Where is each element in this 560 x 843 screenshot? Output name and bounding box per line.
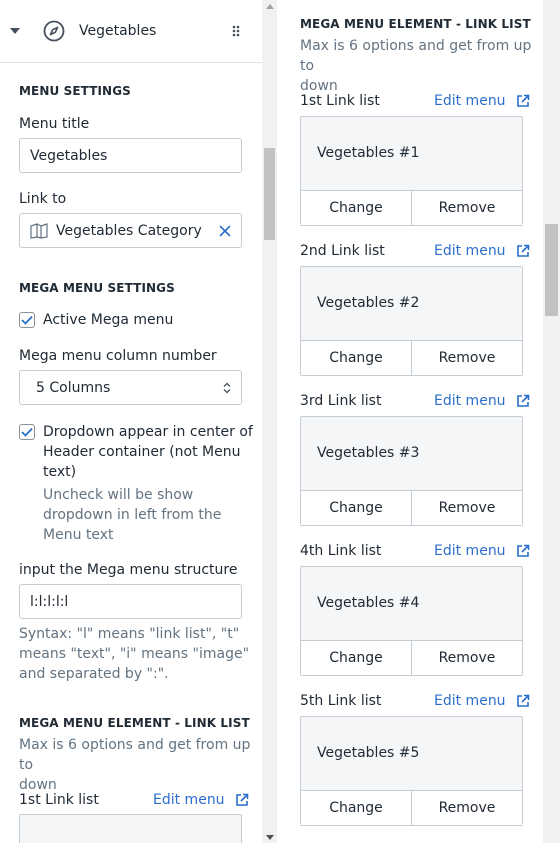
- remove-button[interactable]: Remove: [411, 191, 522, 225]
- structure-syntax-help: Syntax: "l" means "link list", "t" means…: [19, 626, 250, 682]
- remove-button[interactable]: Remove: [411, 791, 522, 825]
- structure-label: input the Mega menu structure: [19, 562, 238, 578]
- external-link-icon[interactable]: [516, 394, 530, 408]
- link-list-label: 5th Link list: [300, 693, 382, 709]
- right-scrollbar[interactable]: [543, 0, 560, 843]
- active-mega-checkbox-row[interactable]: Active Mega menu: [19, 312, 173, 328]
- edit-menu-link[interactable]: Edit menu: [434, 93, 530, 109]
- link-to-field[interactable]: Vegetables Category: [19, 213, 242, 248]
- link-list-slot: Vegetables #2 Change Remove: [300, 266, 523, 376]
- link-list-menu-name: Vegetables #2: [317, 295, 420, 311]
- external-link-icon[interactable]: [516, 244, 530, 258]
- change-button[interactable]: Change: [301, 491, 411, 525]
- edit-menu-link[interactable]: Edit menu: [434, 693, 530, 709]
- link-list-label: 4th Link list: [300, 543, 382, 559]
- left-settings-panel: Vegetables MENU SETTINGS Menu title Vege…: [0, 0, 262, 843]
- link-list-slot[interactable]: [19, 814, 242, 843]
- link-to-value: Vegetables Category: [56, 222, 202, 239]
- link-list-section-title: MEGA MENU ELEMENT - LINK LIST: [300, 17, 531, 31]
- change-button[interactable]: Change: [301, 791, 411, 825]
- dropdown-center-help: Uncheck will be show dropdown in left fr…: [43, 487, 222, 543]
- menu-item-header[interactable]: Vegetables: [0, 0, 262, 63]
- link-list-slot: Vegetables #1 Change Remove: [300, 116, 523, 226]
- menu-item-title: Vegetables: [79, 23, 157, 39]
- edit-menu-link[interactable]: Edit menu: [153, 792, 249, 808]
- external-link-icon[interactable]: [516, 544, 530, 558]
- link-list-label: 2nd Link list: [300, 243, 385, 259]
- external-link-icon[interactable]: [516, 694, 530, 708]
- link-list-section-title: MEGA MENU ELEMENT - LINK LIST: [19, 716, 250, 730]
- left-scrollbar[interactable]: [262, 0, 277, 843]
- edit-menu-link[interactable]: Edit menu: [434, 543, 530, 559]
- dropdown-center-checkbox[interactable]: [19, 424, 35, 440]
- link-list-menu-name: Vegetables #1: [317, 145, 420, 161]
- column-number-label: Mega menu column number: [19, 348, 217, 364]
- link-list-menu-name: Vegetables #4: [317, 595, 420, 611]
- link-list-label: 3rd Link list: [300, 393, 382, 409]
- remove-button[interactable]: Remove: [411, 341, 522, 375]
- external-link-icon[interactable]: [235, 793, 249, 807]
- menu-settings-title: MENU SETTINGS: [19, 84, 131, 98]
- link-list-label: 1st Link list: [300, 93, 380, 109]
- remove-button[interactable]: Remove: [411, 491, 522, 525]
- edit-menu-link[interactable]: Edit menu: [434, 243, 530, 259]
- clear-link-icon[interactable]: [219, 224, 231, 237]
- dropdown-center-checkbox-row[interactable]: Dropdown appear in center of Header cont…: [19, 422, 253, 482]
- right-scroll-thumb[interactable]: [545, 224, 558, 316]
- active-mega-label: Active Mega menu: [43, 312, 174, 328]
- mega-settings-title: MEGA MENU SETTINGS: [19, 281, 175, 295]
- scroll-down-icon[interactable]: [262, 831, 277, 843]
- edit-menu-link[interactable]: Edit menu: [434, 393, 530, 409]
- column-number-select[interactable]: 5 Columns: [19, 370, 242, 405]
- link-list-section-help: Max is 6 options and get from up to down: [300, 38, 532, 94]
- right-link-list-panel: MEGA MENU ELEMENT - LINK LIST Max is 6 o…: [280, 0, 542, 843]
- change-button[interactable]: Change: [301, 191, 411, 225]
- link-to-label: Link to: [19, 191, 67, 207]
- dropdown-center-label: Dropdown appear in center of Header cont…: [43, 424, 253, 480]
- link-list-slot: Vegetables #3 Change Remove: [300, 416, 523, 526]
- select-arrows-icon: [223, 382, 231, 394]
- left-scroll-thumb[interactable]: [264, 148, 275, 240]
- menu-title-label: Menu title: [19, 116, 90, 132]
- structure-input[interactable]: l:l:l:l:l: [19, 584, 242, 619]
- remove-button[interactable]: Remove: [411, 641, 522, 675]
- change-button[interactable]: Change: [301, 341, 411, 375]
- link-list-slot: Vegetables #4 Change Remove: [300, 566, 523, 676]
- link-list-section-help: Max is 6 options and get from up to down: [19, 737, 251, 793]
- compass-icon: [43, 20, 65, 42]
- active-mega-checkbox[interactable]: [19, 312, 35, 328]
- link-list-label: 1st Link list: [19, 792, 99, 808]
- link-list-menu-name: Vegetables #3: [317, 445, 420, 461]
- scroll-up-icon[interactable]: [262, 0, 277, 12]
- caret-down-icon[interactable]: [10, 26, 20, 36]
- category-icon: [30, 222, 48, 239]
- link-list-menu-name: Vegetables #5: [317, 745, 420, 761]
- column-number-value: 5 Columns: [36, 379, 111, 396]
- change-button[interactable]: Change: [301, 641, 411, 675]
- external-link-icon[interactable]: [516, 94, 530, 108]
- menu-title-input[interactable]: Vegetables: [19, 138, 242, 173]
- drag-handle-icon[interactable]: [232, 25, 240, 37]
- link-list-slot: Vegetables #5 Change Remove: [300, 716, 523, 826]
